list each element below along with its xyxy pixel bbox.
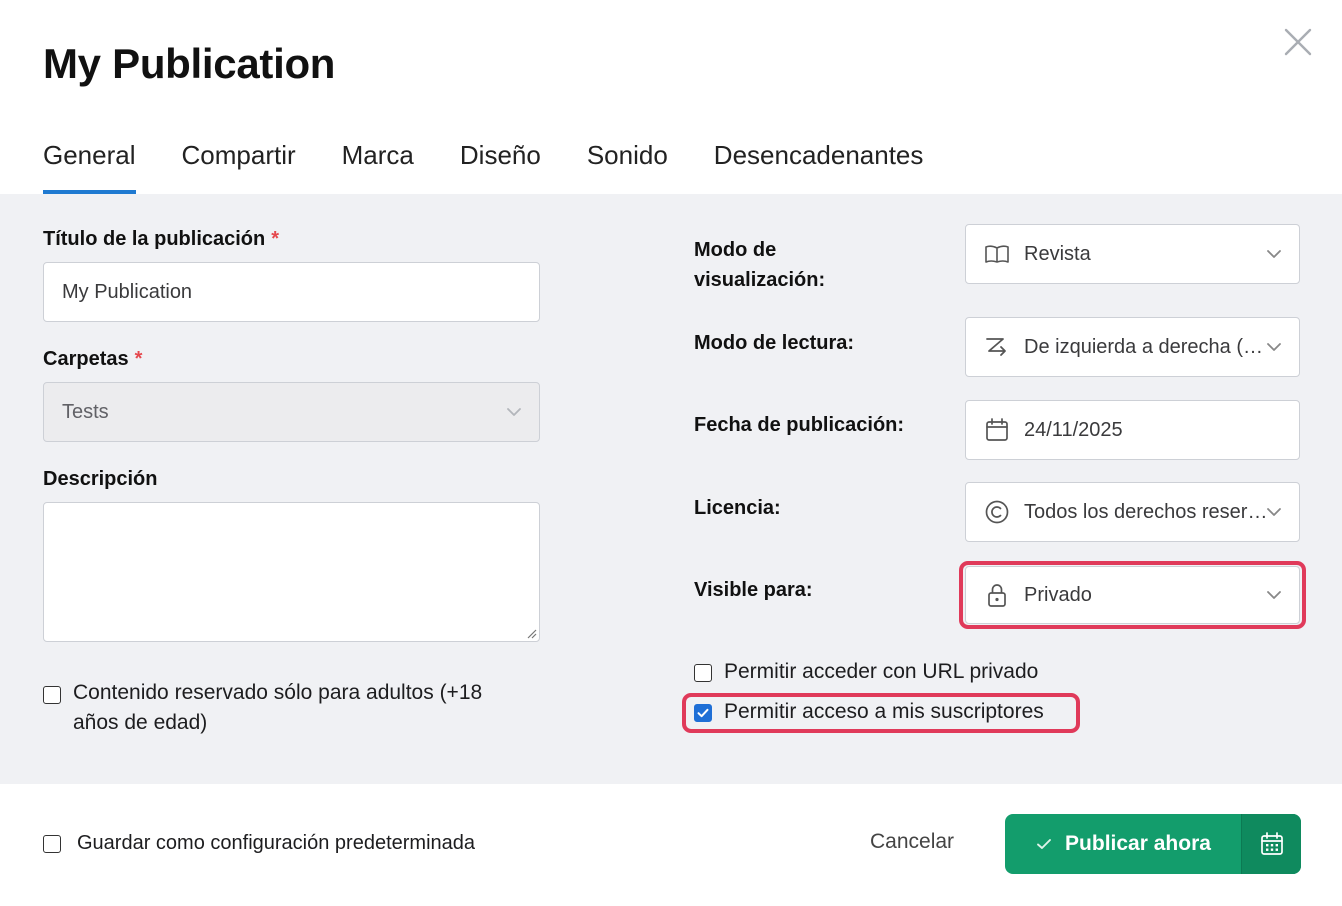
publish-date-label: Fecha de publicación:: [694, 414, 905, 436]
chevron-down-icon: [507, 408, 521, 416]
publish-date-value: 24/11/2025: [1024, 418, 1123, 441]
book-open-icon: [985, 245, 1009, 263]
tab-general[interactable]: General: [43, 136, 136, 194]
visibility-select[interactable]: Privado: [965, 566, 1300, 624]
description-textarea[interactable]: [43, 502, 540, 642]
resize-grip-icon[interactable]: [525, 627, 537, 639]
check-icon: [1037, 839, 1051, 849]
chevron-down-icon: [1267, 343, 1281, 351]
calendar-icon: [986, 418, 1008, 441]
visible-for-label: Visible para:: [694, 579, 813, 601]
view-mode-label-line2: visualización:: [694, 269, 826, 291]
private-url-label: Permitir acceder con URL privado: [724, 660, 1039, 683]
reading-direction-icon: [986, 338, 1006, 356]
folders-select[interactable]: Tests: [43, 382, 540, 442]
lock-icon: [988, 584, 1006, 607]
tab-bar: General Compartir Marca Diseño Sonido De…: [43, 136, 969, 194]
license-value: Todos los derechos reservados: [1024, 500, 1272, 523]
publish-button-group: Publicar ahora: [1005, 814, 1301, 874]
title-field-label: Título de la publicación *: [43, 224, 279, 254]
view-mode-label: Modo de visualización:: [694, 235, 825, 295]
subscribers-label: Permitir acceso a mis suscriptores: [724, 700, 1044, 723]
view-mode-value: Revista: [1024, 242, 1091, 265]
adult-content-label: Contenido reservado sólo para adultos (+…: [73, 678, 482, 738]
tab-sonido[interactable]: Sonido: [587, 136, 668, 194]
tab-compartir[interactable]: Compartir: [182, 136, 296, 194]
schedule-button[interactable]: [1241, 814, 1301, 874]
adult-content-label-line1: Contenido reservado sólo para adultos (+…: [73, 681, 483, 704]
title-label-text: Título de la publicación: [43, 228, 266, 250]
folders-select-value: Tests: [62, 400, 109, 423]
view-mode-select[interactable]: Revista: [965, 224, 1300, 284]
description-label: Descripción: [43, 468, 158, 490]
license-select[interactable]: Todos los derechos reservados: [965, 482, 1300, 542]
close-icon[interactable]: [1282, 26, 1314, 58]
required-mark: *: [271, 228, 280, 250]
copyright-icon: [985, 500, 1009, 524]
subscribers-checkbox[interactable]: [694, 704, 712, 722]
chevron-down-icon: [1267, 250, 1281, 258]
publish-now-button[interactable]: Publicar ahora: [1005, 814, 1241, 874]
cancel-button[interactable]: Cancelar: [870, 830, 954, 854]
check-icon: [697, 708, 709, 718]
tab-desencadenantes[interactable]: Desencadenantes: [714, 136, 924, 194]
tab-marca[interactable]: Marca: [342, 136, 414, 194]
publish-now-label: Publicar ahora: [1065, 832, 1211, 855]
reading-mode-value: De izquierda a derecha (occidental): [1024, 335, 1272, 358]
dialog-title: My Publication: [43, 40, 336, 87]
save-default-label: Guardar como configuración predeterminad…: [77, 832, 475, 854]
title-input[interactable]: My Publication: [43, 262, 540, 322]
reading-mode-label: Modo de lectura:: [694, 332, 855, 354]
chevron-down-icon: [1267, 508, 1281, 516]
folders-label-text: Carpetas: [43, 348, 129, 370]
reading-mode-select[interactable]: De izquierda a derecha (occidental): [965, 317, 1300, 377]
folders-field-label: Carpetas *: [43, 344, 142, 374]
view-mode-label-line1: Modo de: [694, 239, 777, 261]
publish-date-input[interactable]: 24/11/2025: [965, 400, 1300, 460]
chevron-down-icon: [1267, 591, 1281, 599]
adult-content-checkbox[interactable]: [43, 686, 61, 704]
title-input-value: My Publication: [62, 280, 193, 303]
required-mark: *: [134, 348, 143, 370]
save-default-checkbox[interactable]: [43, 835, 61, 853]
private-url-checkbox[interactable]: [694, 664, 712, 682]
publication-settings-dialog: My Publication General Compartir Marca D…: [0, 0, 1342, 906]
license-label: Licencia:: [694, 497, 781, 519]
tab-diseno[interactable]: Diseño: [460, 136, 541, 194]
adult-content-label-line2: años de edad): [73, 711, 208, 734]
visibility-value: Privado: [1024, 583, 1092, 606]
calendar-schedule-icon: [1260, 832, 1283, 855]
